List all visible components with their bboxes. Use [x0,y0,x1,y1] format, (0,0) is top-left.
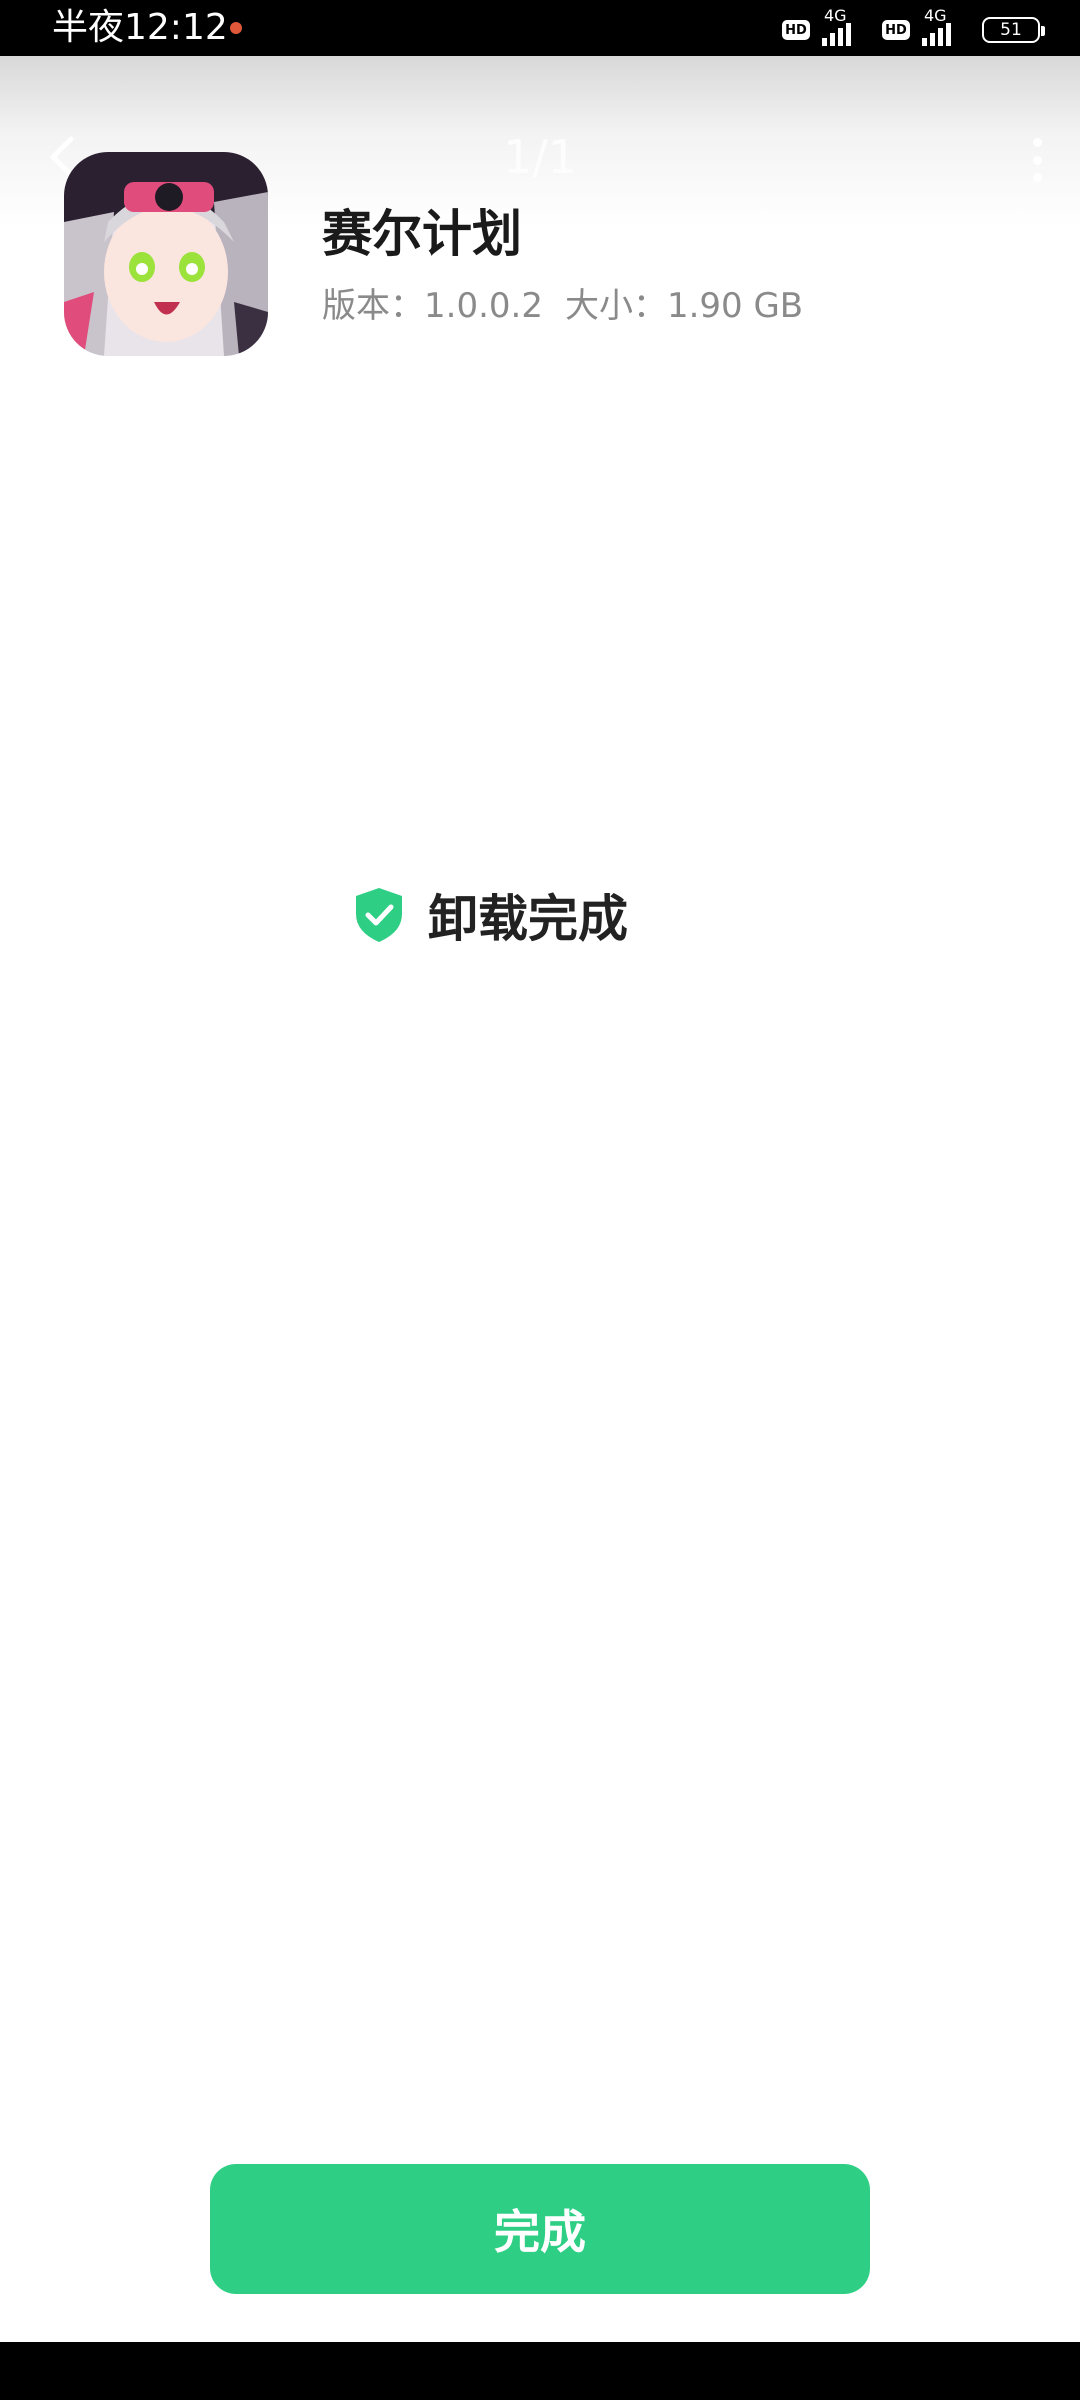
app-icon [64,152,268,356]
app-meta: 版本：1.0.0.2 大小：1.90 GB [322,278,825,327]
battery-level: 51 [1000,20,1022,40]
app-size: 大小：1.90 GB [564,286,804,326]
signal-sim1-icon: 4G [820,6,872,50]
status-bar: 半夜12:12 HD 4G HD 4G 51 [0,0,1080,56]
status-icons: HD 4G HD 4G 51 [782,6,1045,52]
status-time: 半夜12:12 [52,7,228,48]
signal-sim2-icon: 4G [920,6,972,50]
done-button[interactable]: 完成 [210,2164,870,2294]
navigation-bar [0,2342,1080,2400]
hd-badge-sim1: HD [782,20,810,40]
uninstall-result: 卸载完成 [352,882,628,948]
hd-badge-sim2: HD [882,20,910,40]
app-version: 版本：1.0.0.2 [322,286,543,326]
app-name: 赛尔计划 [322,205,522,263]
more-options-button[interactable] [1022,138,1052,182]
shield-check-icon [356,888,402,942]
result-message: 卸载完成 [428,890,628,948]
recording-dot-icon [230,22,242,34]
battery-icon: 51 [982,17,1045,43]
